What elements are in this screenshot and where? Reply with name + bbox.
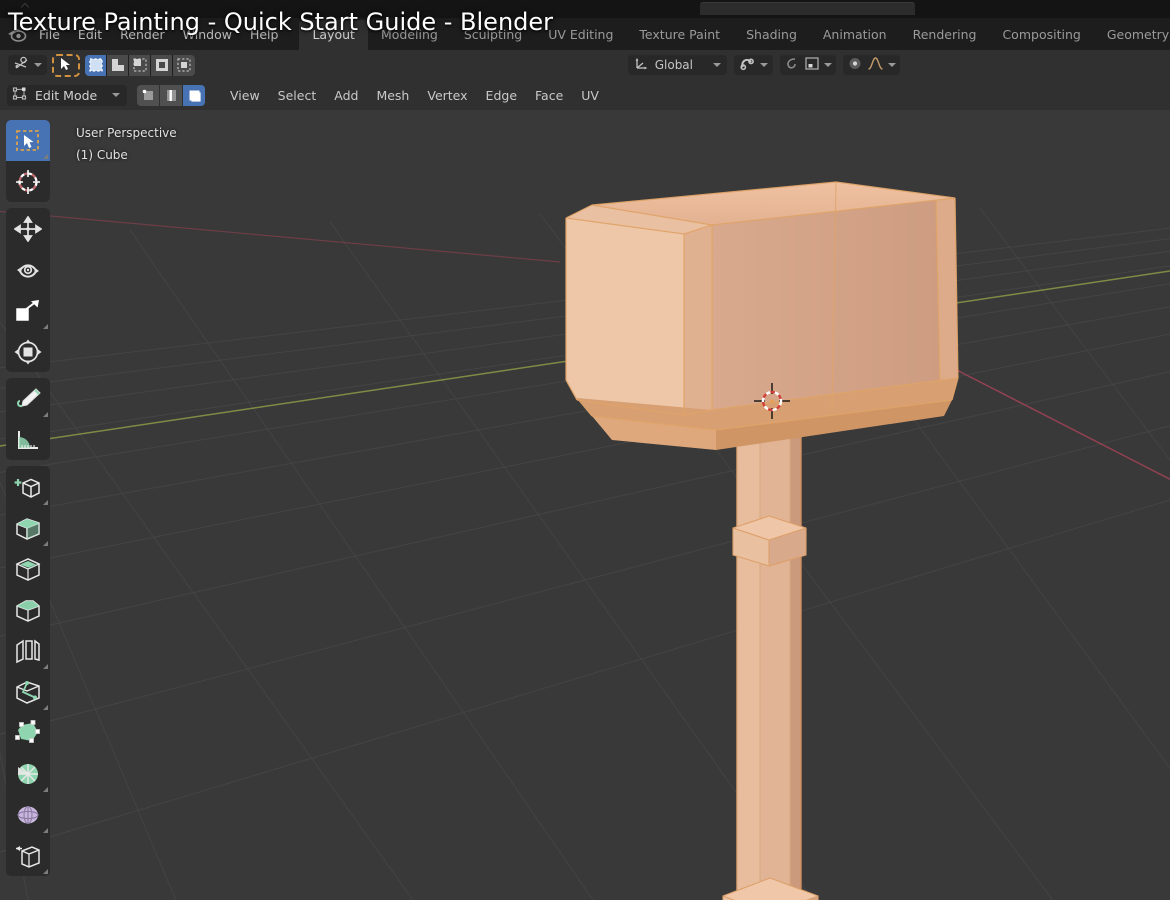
tool-bevel[interactable] — [6, 589, 50, 630]
tool-expand-corner-icon[interactable] — [43, 664, 48, 669]
toolbar-group-0 — [6, 120, 50, 202]
viewport-menu-add[interactable]: Add — [325, 85, 367, 106]
transform-pivot-dropdown[interactable] — [8, 55, 47, 75]
page-title: Texture Painting - Quick Start Guide - B… — [8, 8, 554, 36]
workspace-tab-compositing[interactable]: Compositing — [989, 20, 1093, 50]
viewport-menu-list: View Select Add Mesh Vertex Edge Face UV — [221, 85, 608, 106]
tool-expand-corner-icon[interactable] — [43, 541, 48, 546]
chevron-down-icon — [888, 63, 896, 67]
workspace-tab-texture-paint[interactable]: Texture Paint — [626, 20, 733, 50]
view-perspective-label: User Perspective — [76, 126, 177, 140]
workspace-tab-geometry-no[interactable]: Geometry No — [1094, 20, 1170, 50]
chevron-down-icon — [34, 63, 42, 67]
tool-settings-bar: Global — [0, 50, 1170, 80]
proportional-edit-icon[interactable] — [784, 56, 800, 75]
select-extend-icon[interactable] — [107, 54, 129, 76]
toolbar-group-3 — [6, 466, 50, 876]
viewport-menu-uv[interactable]: UV — [572, 85, 608, 106]
tool-loop-cut[interactable] — [6, 630, 50, 671]
viewport-menu-face[interactable]: Face — [526, 85, 572, 106]
tool-measure[interactable] — [6, 419, 50, 460]
face-select-icon[interactable] — [183, 84, 205, 106]
tool-expand-corner-icon[interactable] — [43, 869, 48, 874]
tool-add-cube[interactable] — [6, 466, 50, 507]
blender-window: File Edit Render Window Help Layout Modeling S… — [0, 0, 1170, 900]
tool-annotate[interactable] — [6, 378, 50, 419]
tool-tweak-select[interactable] — [6, 120, 50, 161]
tool-edge-slide[interactable] — [6, 835, 50, 876]
viewport-menu-mesh[interactable]: Mesh — [367, 85, 418, 106]
viewport-menu-view[interactable]: View — [221, 85, 269, 106]
workspace-tab-shading[interactable]: Shading — [733, 20, 810, 50]
tool-rotate[interactable] — [6, 249, 50, 290]
interaction-mode-value: Edit Mode — [35, 87, 98, 103]
select-invert-icon[interactable] — [151, 54, 173, 76]
viewport-menu-edge[interactable]: Edge — [477, 85, 526, 106]
edit-mode-icon — [12, 86, 28, 105]
3d-viewport[interactable]: User Perspective (1) Cube — [0, 110, 1170, 900]
falloff-controls[interactable] — [843, 55, 900, 75]
chevron-down-icon — [713, 63, 721, 67]
tool-knife[interactable] — [6, 671, 50, 712]
proportional-editing-controls[interactable] — [780, 55, 836, 75]
background-tab-ghost — [700, 2, 915, 15]
vertex-select-icon[interactable] — [137, 84, 159, 106]
select-intersect-icon[interactable] — [173, 54, 195, 76]
workspace-tab-rendering[interactable]: Rendering — [900, 20, 990, 50]
select-mode-group — [85, 54, 195, 76]
falloff-curve-icon[interactable] — [867, 56, 884, 75]
chevron-down-icon — [824, 63, 832, 67]
active-tool-button[interactable] — [52, 53, 80, 77]
tool-expand-corner-icon[interactable] — [43, 412, 48, 417]
toolbar-group-1 — [6, 208, 50, 372]
tool-scale[interactable] — [6, 290, 50, 331]
tool-expand-corner-icon[interactable] — [43, 500, 48, 505]
tool-cursor[interactable] — [6, 161, 50, 202]
tool-extrude-region[interactable] — [6, 507, 50, 548]
snap-magnet-icon — [739, 56, 755, 75]
interaction-mode-dropdown[interactable]: Edit Mode — [7, 84, 127, 106]
workspace-tab-animation[interactable]: Animation — [810, 20, 900, 50]
tool-smooth[interactable] — [6, 794, 50, 835]
chevron-down-icon — [112, 93, 120, 97]
viewport-info-overlay: User Perspective (1) Cube — [76, 122, 177, 166]
proportional-falloff-toggle-icon[interactable] — [847, 56, 863, 75]
orientation-value: Global — [654, 58, 693, 72]
viewport-menu-select[interactable]: Select — [269, 85, 326, 106]
chevron-down-icon — [760, 63, 768, 67]
tool-spin[interactable] — [6, 753, 50, 794]
tool-poly-build[interactable] — [6, 712, 50, 753]
viewport-toolbar — [6, 120, 50, 882]
orientation-dropdown[interactable]: Global — [627, 55, 727, 75]
active-object-label: (1) Cube — [76, 148, 128, 162]
snap-dropdown[interactable] — [734, 55, 773, 75]
tool-move[interactable] — [6, 208, 50, 249]
select-subtract-icon[interactable] — [129, 54, 151, 76]
tool-transform[interactable] — [6, 331, 50, 372]
tool-expand-corner-icon[interactable] — [43, 787, 48, 792]
select-set-icon[interactable] — [85, 54, 107, 76]
tool-inset-faces[interactable] — [6, 548, 50, 589]
mesh-select-mode-group — [137, 84, 205, 106]
tool-expand-corner-icon[interactable] — [43, 154, 48, 159]
transform-pivot-icon — [13, 56, 30, 75]
edge-select-icon[interactable] — [160, 84, 182, 106]
toolbar-group-2 — [6, 378, 50, 460]
tool-expand-corner-icon[interactable] — [43, 828, 48, 833]
proportional-target-icon[interactable] — [804, 56, 820, 75]
viewport-menu-vertex[interactable]: Vertex — [418, 85, 476, 106]
tool-expand-corner-icon[interactable] — [43, 705, 48, 710]
viewport-header: Edit Mode View Select Add Mesh Vertex Edge Fac… — [0, 80, 1170, 110]
tweak-select-cursor-icon — [60, 56, 72, 75]
tool-expand-corner-icon[interactable] — [43, 324, 48, 329]
orientation-axes-icon — [634, 56, 649, 75]
